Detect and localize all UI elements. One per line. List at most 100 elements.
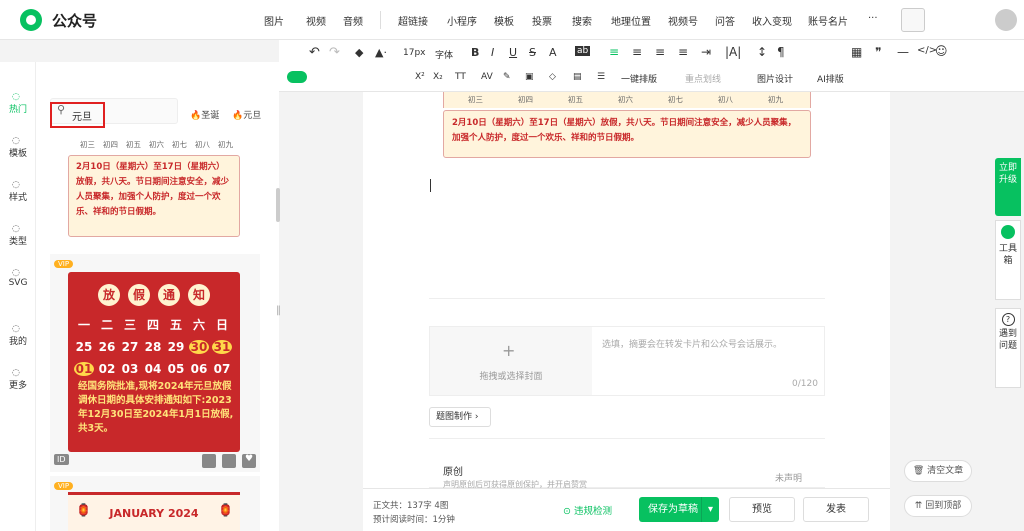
nav-item[interactable]: 音频: [343, 13, 363, 28]
bg-color-icon[interactable]: ab: [575, 46, 591, 56]
letter-spacing-icon[interactable]: AV: [481, 72, 493, 82]
edit-icon[interactable]: [222, 454, 236, 468]
one-key-format-button[interactable]: 一键排版: [621, 72, 657, 85]
day-label: 初三: [468, 95, 483, 104]
nav-item[interactable]: 投票: [532, 13, 552, 28]
scrollbar-thumb[interactable]: [276, 188, 280, 222]
summary-input[interactable]: 选填，摘要会在转发卡片和公众号会话展示。: [602, 337, 782, 350]
nav-item[interactable]: 搜索: [572, 13, 592, 28]
clear-article-button[interactable]: 🗑 清空文章: [904, 460, 972, 482]
align-center-icon[interactable]: ≡: [632, 45, 642, 59]
highlight-button[interactable]: 重点划线: [685, 72, 721, 85]
moon-icon[interactable]: [202, 454, 216, 468]
bold-icon[interactable]: B: [471, 46, 479, 59]
ai-format-button[interactable]: AI排版: [817, 72, 844, 85]
indent-icon[interactable]: ⇥: [701, 45, 711, 59]
list-icon[interactable]: ☰: [597, 72, 605, 82]
quote-icon[interactable]: ❞: [875, 45, 881, 59]
toggle-switch[interactable]: [287, 71, 307, 83]
heart-icon[interactable]: ♥: [242, 454, 256, 468]
magic-icon[interactable]: ✎: [503, 72, 511, 82]
save-draft-button[interactable]: 保存为草稿 ▾: [639, 497, 719, 522]
original-row[interactable]: 原创 声明原创后可获得原创保护，并开启赞赏 未声明: [429, 438, 825, 489]
preview-phone-icon[interactable]: [901, 8, 925, 32]
day-label: 初六: [618, 95, 633, 104]
upgrade-button[interactable]: 立即升级: [995, 158, 1021, 216]
text-indent-icon[interactable]: TT: [455, 72, 466, 82]
font-family-select[interactable]: 字体: [435, 48, 453, 61]
chevron-down-icon[interactable]: ▾: [701, 497, 719, 522]
shape-icon[interactable]: ◇: [549, 72, 556, 82]
editor-card[interactable]: 2月10日（星期六）至17日（星期六）放假，共八天。节日期间注意安全，减少人员聚…: [443, 110, 811, 158]
day-label: 初六: [149, 140, 164, 149]
superscript-icon[interactable]: X²: [415, 72, 425, 82]
paragraph-icon[interactable]: ¶: [777, 45, 785, 59]
format-brush-icon[interactable]: ◆: [355, 46, 363, 59]
editor-area: 初三 初四 初五 初六 初七 初八 初九 2月10日（星期六）至17日（星期六）放假，共八天…: [363, 92, 890, 531]
date-cell: 03: [121, 362, 139, 376]
rail-item[interactable]: 样式: [0, 190, 36, 203]
underline-icon[interactable]: U: [509, 46, 517, 59]
day-label: 初四: [518, 95, 533, 104]
tag-label: 元旦: [243, 111, 262, 121]
table-icon[interactable]: ▦: [851, 45, 862, 59]
original-label: 原创: [443, 467, 463, 478]
image-design-button[interactable]: 图片设计: [757, 72, 793, 85]
publish-button[interactable]: 发表: [803, 497, 869, 522]
nav-item[interactable]: 小程序: [447, 13, 477, 28]
rail-item[interactable]: 类型: [0, 234, 36, 247]
justify-icon[interactable]: ≡: [678, 45, 688, 59]
search-input[interactable]: 元旦: [72, 108, 92, 123]
app-title: 公众号: [52, 12, 98, 30]
line-height-icon[interactable]: ↕: [757, 45, 767, 59]
nav-item[interactable]: 问答: [715, 13, 735, 28]
template-card[interactable]: 初三 初四 初五 初六 初七 初八 初九 2月10日（星期六）至17日（星期六）放假，共八天…: [68, 137, 240, 237]
tag-christmas[interactable]: 🔥圣诞: [190, 108, 219, 121]
align-right-icon[interactable]: ≡: [655, 45, 665, 59]
align-left-icon[interactable]: ≡: [609, 45, 619, 59]
redo-icon[interactable]: ↷: [329, 45, 340, 60]
nav-item[interactable]: 收入变现: [752, 13, 792, 28]
nav-item[interactable]: 账号名片: [808, 13, 848, 28]
rail-item[interactable]: 热门: [0, 102, 36, 115]
rail-item[interactable]: SVG: [0, 278, 36, 288]
rail-item[interactable]: 我的: [0, 334, 36, 347]
subscript-icon[interactable]: X₂: [433, 72, 443, 82]
rail-item[interactable]: 更多: [0, 378, 36, 391]
help-button[interactable]: ? 遇到问题: [995, 308, 1021, 388]
clear-format-icon[interactable]: ▲·: [375, 46, 387, 59]
font-size-select[interactable]: 17px: [403, 48, 426, 58]
grid-icon[interactable]: ▤: [573, 72, 582, 82]
title-image-button[interactable]: 题图制作 ›: [429, 407, 491, 427]
day-label: 初七: [668, 95, 683, 104]
date-cell: 26: [98, 340, 116, 354]
collapse-handle[interactable]: ‖: [276, 305, 284, 325]
undo-icon[interactable]: ↶: [309, 45, 320, 60]
divider-line-icon[interactable]: —: [897, 45, 909, 59]
font-color-icon[interactable]: A: [549, 46, 557, 59]
spacing-icon[interactable]: |A|: [725, 45, 741, 59]
image-icon[interactable]: ▣: [525, 72, 534, 82]
nav-item[interactable]: 超链接: [398, 13, 428, 28]
id-badge[interactable]: ID: [54, 454, 69, 465]
back-to-top-button[interactable]: ⇈ 回到顶部: [904, 495, 972, 517]
italic-icon[interactable]: I: [491, 46, 494, 59]
template-card[interactable]: VIP JANUARY 2024 🏮 🏮: [50, 476, 260, 531]
avatar[interactable]: [995, 9, 1017, 31]
nav-item[interactable]: 视频: [306, 13, 326, 28]
rail-item[interactable]: 模板: [0, 146, 36, 159]
toolbox-button[interactable]: 工具箱: [995, 220, 1021, 300]
template-card[interactable]: VIP 放假通知 一二三四五六日 25 26 27 28 29 30 31 01 02 03 04…: [50, 254, 260, 472]
check-button[interactable]: ⊙ 违规检测: [563, 503, 612, 517]
preview-button[interactable]: 预览: [729, 497, 795, 522]
emoji-icon[interactable]: ☺: [935, 44, 948, 58]
cover-picker[interactable]: + 拖拽或选择封面: [430, 327, 592, 395]
nav-item[interactable]: 图片: [264, 13, 284, 28]
nav-item[interactable]: 模板: [494, 13, 514, 28]
day-label: 初九: [768, 95, 783, 104]
tag-newyear[interactable]: 🔥元旦: [232, 108, 261, 121]
nav-item[interactable]: 视频号: [668, 13, 698, 28]
strikethrough-icon[interactable]: S: [529, 46, 536, 59]
nav-item[interactable]: ···: [868, 13, 878, 24]
nav-item[interactable]: 地理位置: [611, 13, 651, 28]
